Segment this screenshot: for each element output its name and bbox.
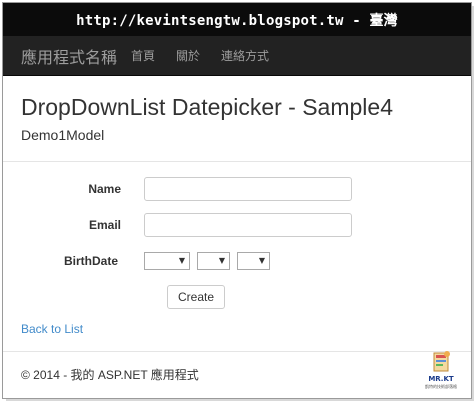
- nav-link-about[interactable]: 關於: [176, 47, 200, 64]
- birthdate-label: BirthDate: [63, 254, 118, 268]
- back-to-list-link[interactable]: Back to List: [21, 322, 83, 336]
- name-input[interactable]: [144, 177, 352, 201]
- create-form: Name Email BirthDate ▼ ▼ ▼ Create: [21, 162, 453, 312]
- footer-text: © 2014 - 我的 ASP.NET 應用程式: [21, 368, 199, 382]
- birthdate-year-select[interactable]: ▼: [144, 252, 190, 270]
- nav-link-contact[interactable]: 連絡方式: [221, 47, 269, 64]
- book-icon: [433, 351, 450, 372]
- birthdate-row: BirthDate ▼ ▼ ▼: [21, 252, 453, 270]
- page-title: DropDownList Datepicker - Sample4: [21, 94, 393, 120]
- nav-link-home[interactable]: 首頁: [131, 47, 155, 64]
- navbar: 應用程式名稱 首頁 關於 連絡方式: [3, 36, 471, 76]
- email-row: Email: [21, 213, 453, 237]
- email-input[interactable]: [144, 213, 352, 237]
- url-banner-text: http://kevintsengtw.blogspot.tw - 臺灣: [76, 12, 398, 29]
- footer-divider: [3, 351, 471, 352]
- chevron-down-icon: ▼: [218, 256, 225, 265]
- birthdate-month-select[interactable]: ▼: [197, 252, 230, 270]
- chevron-down-icon: ▼: [178, 256, 185, 265]
- submit-row: Create: [21, 285, 453, 309]
- mrkt-logo: MR.KT 凱特的技術部落格: [425, 349, 457, 391]
- main-content: DropDownList Datepicker - Sample4 Demo1M…: [3, 93, 471, 383]
- name-label: Name: [88, 182, 121, 196]
- model-heading: Demo1Model: [21, 127, 105, 143]
- screenshot-frame: http://kevintsengtw.blogspot.tw - 臺灣 應用程…: [2, 2, 472, 399]
- logo-text: MR.KT: [428, 375, 454, 383]
- logo-subtext: 凱特的技術部落格: [425, 384, 457, 389]
- name-row: Name: [21, 177, 453, 201]
- birthdate-day-select[interactable]: ▼: [237, 252, 270, 270]
- navbar-brand[interactable]: 應用程式名稱: [21, 44, 117, 68]
- email-label: Email: [88, 218, 121, 232]
- chevron-down-icon: ▼: [258, 256, 265, 265]
- create-button[interactable]: Create: [167, 285, 226, 309]
- url-banner: http://kevintsengtw.blogspot.tw - 臺灣: [3, 3, 471, 36]
